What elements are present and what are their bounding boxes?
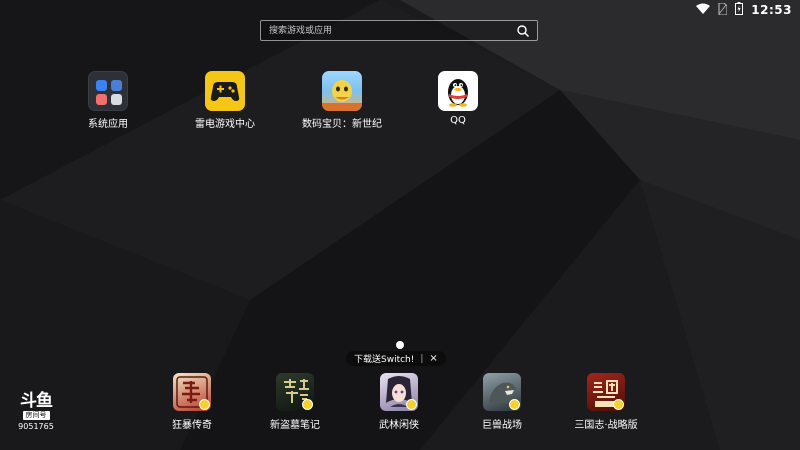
dock-app-jushou-zhanchang[interactable]: 巨兽战场 (447, 373, 557, 431)
status-bar: 12:53 (696, 0, 800, 20)
qq-penguin-icon[interactable] (438, 71, 478, 111)
badge-icon (613, 399, 624, 410)
room-number: 9051765 (18, 422, 54, 431)
gamepad-icon[interactable] (205, 71, 245, 111)
app-label: 新盗墓笔记 (270, 420, 320, 431)
app-label: QQ (450, 115, 466, 126)
badge-icon (406, 399, 417, 410)
jushou-zhanchang-icon[interactable] (483, 373, 521, 411)
search-icon[interactable] (513, 21, 533, 41)
app-leidian-game-center[interactable]: 雷电游戏中心 (170, 71, 280, 130)
promo-separator: | (420, 353, 424, 364)
dock-app-daomu-biji[interactable]: 新盗墓笔记 (240, 373, 350, 431)
app-label: 雷电游戏中心 (195, 119, 255, 130)
dock-app-sanguozhi[interactable]: 三国志·战略版 (551, 373, 661, 431)
app-label: 数码宝贝：新世纪 (302, 119, 382, 130)
app-label: 武林闲侠 (379, 420, 419, 431)
app-label: 巨兽战场 (482, 420, 522, 431)
digimon-icon[interactable] (322, 71, 362, 111)
app-system-apps[interactable]: 系统应用 (53, 71, 163, 130)
page-indicator-dot (396, 341, 404, 349)
badge-icon (509, 399, 520, 410)
system-apps-folder-icon[interactable] (88, 71, 128, 111)
app-label: 狂暴传奇 (172, 420, 212, 431)
douyu-watermark: 斗鱼 房间号 9051765 (12, 391, 60, 432)
badge-icon (302, 399, 313, 410)
daomu-biji-icon[interactable] (276, 373, 314, 411)
wulin-xianxia-icon[interactable] (380, 373, 418, 411)
sanguozhi-icon[interactable] (587, 373, 625, 411)
search-bar[interactable] (260, 20, 538, 41)
dock-app-wulin-xianxia[interactable]: 武林闲侠 (344, 373, 454, 431)
promo-text[interactable]: 下载送Switch! (354, 352, 414, 365)
close-icon[interactable]: × (429, 353, 437, 364)
douyu-logo: 斗鱼 (20, 391, 53, 411)
kuangbao-chuanqi-icon[interactable] (173, 373, 211, 411)
no-sim-icon (718, 1, 728, 18)
app-label: 系统应用 (88, 119, 128, 130)
badge-icon (199, 399, 210, 410)
app-label: 三国志·战略版 (574, 420, 638, 431)
search-input[interactable] (261, 24, 513, 37)
switch-promo-banner[interactable]: 下载送Switch! | × (346, 351, 446, 366)
wifi-icon (696, 3, 711, 17)
battery-icon (735, 2, 744, 18)
dock-app-kuangbao-chuanqi[interactable]: 狂暴传奇 (137, 373, 247, 431)
room-label: 房间号 (22, 411, 50, 420)
app-qq[interactable]: QQ (403, 71, 513, 126)
clock: 12:53 (751, 3, 792, 17)
app-digimon[interactable]: 数码宝贝：新世纪 (287, 71, 397, 130)
